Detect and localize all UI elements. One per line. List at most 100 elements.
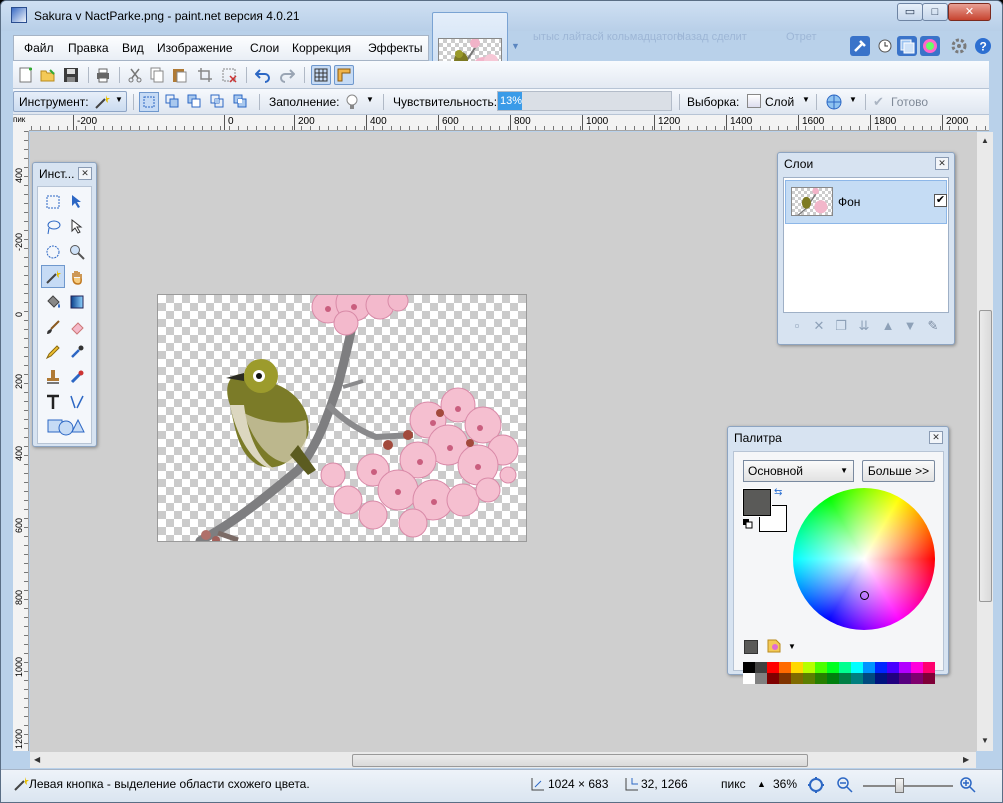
close-button[interactable]: ✕ <box>948 3 991 21</box>
print-icon[interactable] <box>95 67 111 83</box>
palette-swatch[interactable] <box>887 673 899 684</box>
paintbrush-tool-icon[interactable] <box>42 316 64 337</box>
vertical-scrollbar[interactable]: ▲ ▼ <box>976 132 993 751</box>
palette-swatch[interactable] <box>779 662 791 673</box>
colors-window-toggle-icon[interactable] <box>920 36 940 56</box>
palette-swatch[interactable] <box>899 673 911 684</box>
minimize-button[interactable]: ▭ <box>897 3 923 21</box>
zoom-tool-icon[interactable] <box>66 241 88 262</box>
palette-swatch[interactable] <box>839 662 851 673</box>
selection-mode-xor-icon[interactable] <box>231 92 251 112</box>
palette-swatch[interactable] <box>755 673 767 684</box>
reset-colors-icon[interactable] <box>743 518 753 529</box>
palette-swatch[interactable] <box>779 673 791 684</box>
primary-color-swatch[interactable] <box>742 488 772 517</box>
settings-gear-icon[interactable] <box>949 36 969 56</box>
palette-swatch[interactable] <box>803 673 815 684</box>
flood-mode-chevron-icon[interactable]: ▼ <box>849 95 857 104</box>
selection-mode-exclude-icon[interactable] <box>185 92 205 112</box>
sampling-chevron-icon[interactable]: ▼ <box>802 95 810 104</box>
layer-visibility-checkbox[interactable]: ✔ <box>934 194 947 207</box>
palette-swatch[interactable] <box>791 662 803 673</box>
scroll-right-icon[interactable]: ▶ <box>963 755 969 764</box>
text-tool-icon[interactable] <box>42 391 64 412</box>
palette-swatch[interactable] <box>875 673 887 684</box>
menu-effects[interactable]: Эффекты <box>368 41 423 55</box>
fill-mode-chevron-icon[interactable]: ▼ <box>366 95 374 104</box>
maximize-button[interactable]: □ <box>922 3 948 21</box>
selection-mode-union-icon[interactable] <box>163 92 183 112</box>
flood-mode-globe-icon[interactable] <box>825 93 843 114</box>
palette-swatch[interactable] <box>767 673 779 684</box>
lasso-select-tool-icon[interactable] <box>42 216 64 237</box>
selection-mode-intersect-icon[interactable] <box>208 92 228 112</box>
pan-tool-icon[interactable] <box>66 266 88 287</box>
palette-swatch[interactable] <box>815 662 827 673</box>
menu-layers[interactable]: Слои <box>250 41 279 55</box>
clone-stamp-tool-icon[interactable] <box>42 366 64 387</box>
palette-swatch[interactable] <box>887 662 899 673</box>
units-selector[interactable]: пикс <box>721 777 746 791</box>
palette-swatch[interactable] <box>851 673 863 684</box>
sampling-layer-label[interactable]: Слой <box>765 95 794 109</box>
color-picker-tool-icon[interactable] <box>66 341 88 362</box>
sampling-layer-icon[interactable] <box>747 94 761 108</box>
palette-swatch[interactable] <box>791 673 803 684</box>
menu-adjustments[interactable]: Коррекция <box>292 41 351 55</box>
image-canvas[interactable] <box>157 294 527 542</box>
menu-edit[interactable]: Правка <box>68 41 109 55</box>
fill-mode-bulb-icon[interactable] <box>345 93 359 114</box>
redo-icon[interactable] <box>279 67 296 83</box>
palette-swatch[interactable] <box>911 662 923 673</box>
palette-swatch[interactable] <box>767 662 779 673</box>
selection-mode-replace-icon[interactable] <box>139 92 159 112</box>
gradient-tool-icon[interactable] <box>66 291 88 312</box>
rectangle-select-tool-icon[interactable] <box>42 191 64 212</box>
palette-swatch[interactable] <box>851 662 863 673</box>
tools-window-toggle-icon[interactable] <box>850 36 870 56</box>
move-layer-down-icon[interactable]: ▼ <box>902 318 918 334</box>
done-button[interactable]: Готово <box>891 95 928 109</box>
tools-window-close-icon[interactable]: ✕ <box>78 167 92 180</box>
layers-window-close-icon[interactable]: ✕ <box>935 157 949 170</box>
palette-swatch[interactable] <box>827 673 839 684</box>
help-icon[interactable]: ? <box>973 36 993 56</box>
palette-library-chevron-icon[interactable]: ▼ <box>788 642 796 651</box>
paint-bucket-tool-icon[interactable] <box>42 291 64 312</box>
color-mode-select[interactable]: Основной ▼ <box>743 460 854 482</box>
duplicate-layer-icon[interactable]: ❐ <box>833 318 849 334</box>
zoom-to-window-icon[interactable] <box>807 776 825 797</box>
delete-layer-icon[interactable]: ✕ <box>811 318 827 334</box>
image-list-dropdown-icon[interactable]: ▼ <box>511 41 520 51</box>
open-file-icon[interactable] <box>40 67 56 83</box>
zoom-slider-track[interactable] <box>863 785 953 787</box>
merge-layer-down-icon[interactable]: ⇊ <box>856 318 872 334</box>
palette-window-close-icon[interactable]: ✕ <box>929 431 943 444</box>
eraser-tool-icon[interactable] <box>66 316 88 337</box>
more-colors-button[interactable]: Больше >> <box>862 460 935 482</box>
magic-wand-tool-icon[interactable] <box>41 265 65 288</box>
history-clock-icon[interactable] <box>875 36 895 56</box>
new-file-icon[interactable] <box>18 67 34 83</box>
layer-properties-icon[interactable]: ✎ <box>925 318 941 334</box>
palette-swatch[interactable] <box>827 662 839 673</box>
zoom-in-icon[interactable] <box>959 776 977 797</box>
tool-selector-dropdown[interactable]: Инструмент: ▼ <box>13 91 127 112</box>
layer-row[interactable]: Фон ✔ <box>785 180 947 224</box>
scroll-up-icon[interactable]: ▲ <box>981 136 989 145</box>
zoom-slider-thumb[interactable] <box>895 778 904 793</box>
zoom-out-icon[interactable] <box>836 776 854 797</box>
horizontal-scrollbar[interactable]: ◀ ▶ <box>30 751 976 768</box>
horizontal-scroll-thumb[interactable] <box>352 754 808 767</box>
palette-swatch[interactable] <box>923 673 935 684</box>
palette-swatch[interactable] <box>923 662 935 673</box>
palette-swatch[interactable] <box>911 673 923 684</box>
pixel-grid-toggle-icon[interactable] <box>311 65 331 85</box>
deselect-icon[interactable] <box>221 67 237 83</box>
palette-swatch[interactable] <box>743 673 755 684</box>
add-layer-icon[interactable]: ▫ <box>789 318 805 334</box>
scroll-left-icon[interactable]: ◀ <box>34 755 40 764</box>
palette-swatch[interactable] <box>815 673 827 684</box>
crop-icon[interactable] <box>197 67 213 83</box>
line-curve-tool-icon[interactable] <box>66 391 88 412</box>
